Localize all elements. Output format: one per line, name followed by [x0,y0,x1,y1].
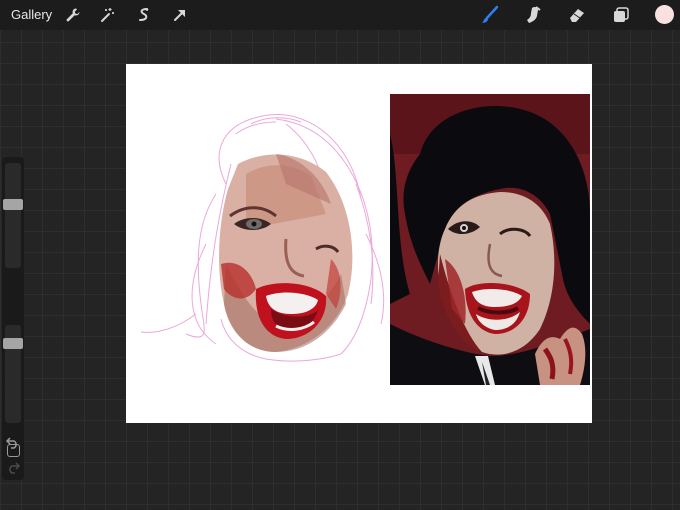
color-swatch[interactable] [655,5,674,24]
selection-icon[interactable] [132,3,156,27]
undo-icon[interactable] [5,435,21,454]
reference-photo [390,94,590,385]
opacity-handle[interactable] [3,338,23,349]
redo-icon[interactable] [5,460,21,479]
eraser-icon[interactable] [565,3,589,27]
top-toolbar: Gallery [0,0,680,30]
magic-wand-icon[interactable] [95,3,119,27]
brush-size-handle[interactable] [3,199,23,210]
brush-icon[interactable] [478,3,502,27]
opacity-slider[interactable] [3,325,23,423]
sidebar [2,157,24,480]
smudge-icon[interactable] [521,3,545,27]
layers-icon[interactable] [609,3,633,27]
transform-arrow-icon[interactable] [168,3,192,27]
drawing-canvas[interactable] [126,64,592,423]
gallery-button[interactable]: Gallery [11,7,52,22]
brush-size-slider[interactable] [3,163,23,268]
wrench-icon[interactable] [61,3,85,27]
